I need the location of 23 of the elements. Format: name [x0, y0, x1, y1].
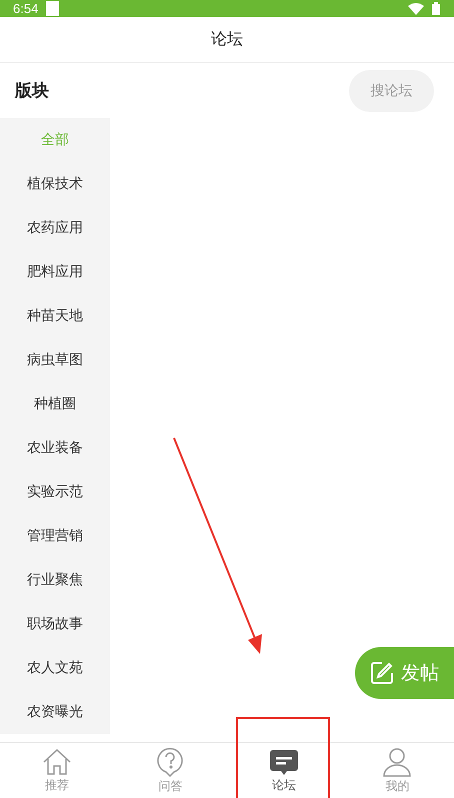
help-icon [156, 746, 184, 776]
category-item[interactable]: 病虫草图 [0, 338, 110, 382]
wifi-icon [408, 2, 424, 14]
person-icon [382, 746, 412, 776]
category-item[interactable]: 行业聚焦 [0, 558, 110, 602]
edit-icon [370, 661, 394, 685]
status-time: 6:54 [13, 1, 38, 16]
section-title: 版块 [15, 80, 49, 102]
battery-icon [432, 2, 440, 15]
category-item[interactable]: 植保技术 [0, 162, 110, 206]
category-item[interactable]: 农资曝光 [0, 690, 110, 734]
chat-icon [268, 748, 299, 776]
category-item[interactable]: 实验示范 [0, 470, 110, 514]
category-item[interactable]: 肥料应用 [0, 250, 110, 294]
category-item[interactable]: 农业装备 [0, 426, 110, 470]
category-item[interactable]: 职场故事 [0, 602, 110, 646]
category-item[interactable]: 种苗天地 [0, 294, 110, 338]
category-item[interactable]: 农人文苑 [0, 646, 110, 690]
category-item[interactable]: 农药应用 [0, 206, 110, 250]
page-title: 论坛 [211, 29, 243, 50]
home-icon [42, 748, 72, 776]
category-item[interactable]: 管理营销 [0, 514, 110, 558]
category-item[interactable]: 种植圈 [0, 382, 110, 426]
